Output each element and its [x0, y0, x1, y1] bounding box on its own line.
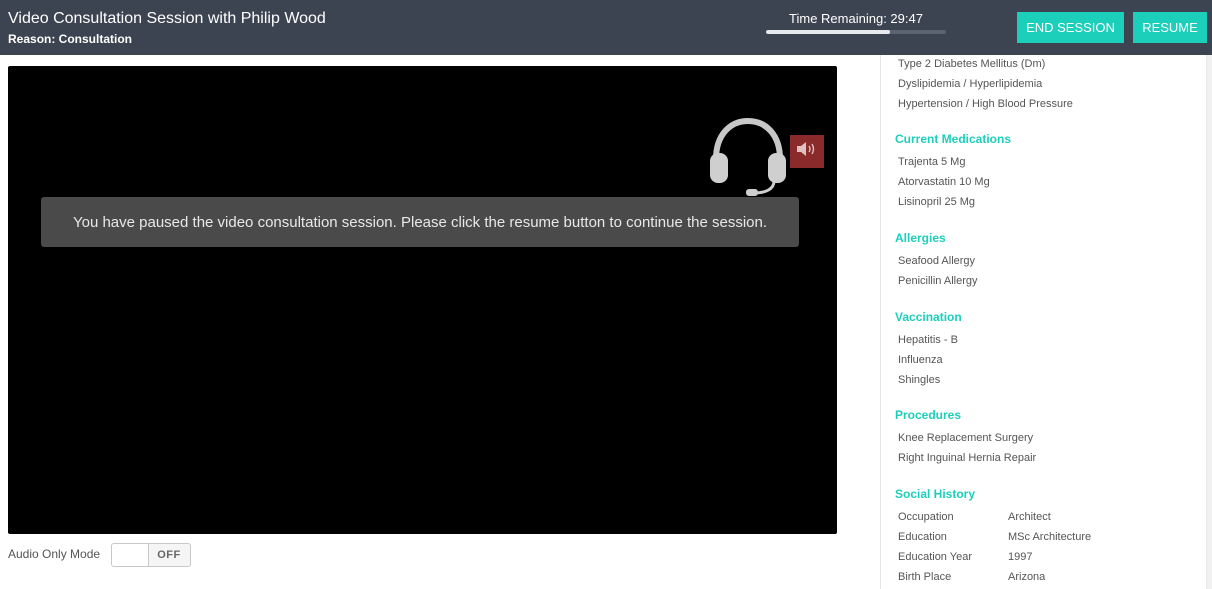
time-remaining: Time Remaining: 29:47	[766, 11, 946, 41]
allergy-item: Penicillin Allergy	[898, 275, 978, 287]
procedure-item: Right Inguinal Hernia Repair	[898, 452, 1037, 464]
social-history-heading: Social History	[895, 487, 976, 501]
video-panel: You have paused the video consultation s…	[8, 66, 837, 534]
medication-item: Lisinopril 25 Mg	[898, 196, 976, 208]
vaccination-heading: Vaccination	[895, 310, 962, 324]
speaker-muted-icon	[796, 141, 818, 162]
time-remaining-bar	[766, 30, 946, 34]
condition-item: Type 2 Diabetes Mellitus (Dm)	[898, 58, 1046, 70]
session-reason: Reason: Consultation	[8, 32, 133, 46]
procedures-heading: Procedures	[895, 408, 962, 422]
allergies-heading: Allergies	[895, 231, 946, 245]
social-history-label: Birth Place	[898, 571, 952, 583]
resume-button[interactable]: RESUME	[1133, 12, 1207, 43]
social-history-label: Education	[898, 531, 947, 543]
vaccination-item: Influenza	[898, 354, 943, 366]
toggle-state: OFF	[157, 549, 181, 561]
toggle-knob	[112, 544, 149, 566]
social-history-label: Occupation	[898, 511, 954, 523]
social-history-value: MSc Architecture	[1008, 531, 1092, 543]
time-remaining-text: Time Remaining: 29:47	[789, 11, 923, 26]
social-history-value: 1997	[1008, 551, 1033, 563]
session-title: Video Consultation Session with Philip W…	[8, 10, 326, 27]
social-history-value: Architect	[1008, 511, 1051, 523]
audio-only-toggle[interactable]: OFF	[111, 543, 191, 567]
vaccination-item: Shingles	[898, 374, 941, 386]
procedure-item: Knee Replacement Surgery	[898, 432, 1034, 444]
time-remaining-bar-fill	[766, 30, 891, 34]
headset-icon	[708, 115, 788, 197]
medication-item: Atorvastatin 10 Mg	[898, 176, 990, 188]
sidebar-scrollbar[interactable]	[1206, 55, 1212, 589]
allergy-item: Seafood Allergy	[898, 255, 976, 267]
medication-item: Trajenta 5 Mg	[898, 156, 966, 168]
vaccination-item: Hepatitis - B	[898, 334, 958, 346]
medications-heading: Current Medications	[895, 132, 1012, 146]
paused-message: You have paused the video consultation s…	[41, 197, 799, 247]
end-session-button[interactable]: END SESSION	[1017, 12, 1124, 43]
condition-item: Hypertension / High Blood Pressure	[898, 98, 1073, 110]
audio-only-label: Audio Only Mode	[8, 547, 101, 561]
session-header: Video Consultation Session with Philip W…	[0, 0, 1212, 55]
patient-summary-panel: Type 2 Diabetes Mellitus (Dm) Dyslipidem…	[880, 55, 1206, 589]
speaker-toggle-button[interactable]	[790, 135, 824, 168]
social-history-value: Arizona	[1008, 571, 1046, 583]
condition-item: Dyslipidemia / Hyperlipidemia	[898, 78, 1043, 90]
social-history-label: Education Year	[898, 551, 973, 563]
